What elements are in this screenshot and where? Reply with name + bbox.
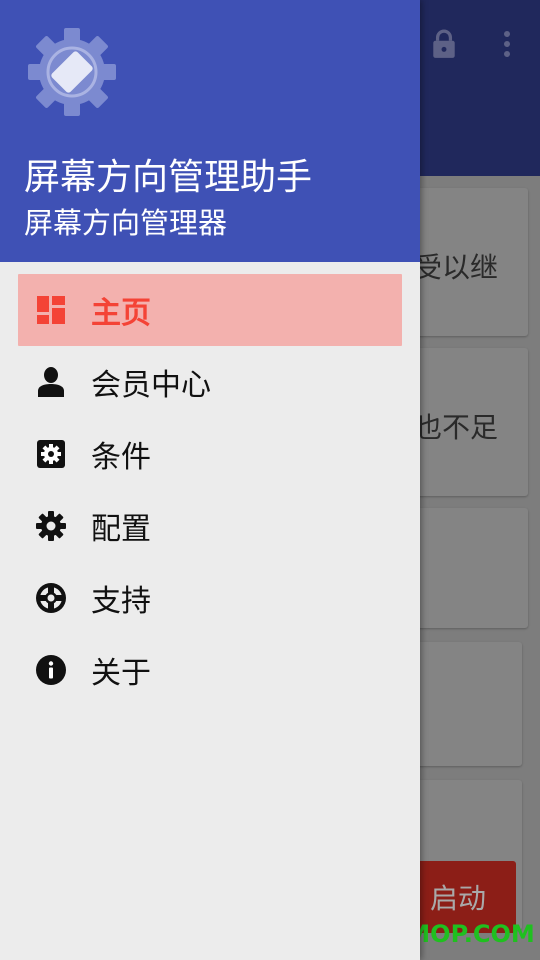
drawer-header: 屏幕方向管理助手 屏幕方向管理器 [0, 0, 420, 262]
menu-item-member-center[interactable]: 会员中心 [18, 346, 402, 418]
dashboard-icon [36, 295, 66, 325]
lock-button[interactable] [424, 24, 464, 64]
screen-rotation-gear-icon [28, 28, 116, 116]
menu-item-about[interactable]: 关于 [18, 634, 402, 706]
app-title: 屏幕方向管理助手 [24, 157, 313, 198]
menu-item-support[interactable]: 支持 [18, 562, 402, 634]
menu-item-label: 会员中心 [91, 368, 211, 403]
navigation-drawer: 屏幕方向管理助手 屏幕方向管理器 主页 会员中心 条件 配置 支持 关于 [0, 0, 420, 960]
menu-item-label: 主页 [91, 296, 151, 331]
lifebuoy-icon [36, 583, 66, 613]
menu-item-label: 关于 [91, 656, 151, 691]
overflow-menu-button[interactable] [487, 24, 527, 64]
menu-item-configuration[interactable]: 配置 [18, 490, 402, 562]
person-icon [36, 367, 66, 397]
info-icon [36, 655, 66, 685]
card-text: 也不足 [413, 411, 498, 444]
drawer-menu: 主页 会员中心 条件 配置 支持 关于 [0, 274, 420, 706]
menu-item-label: 条件 [91, 440, 151, 475]
settings-box-icon [36, 439, 66, 469]
lock-icon [433, 29, 455, 58]
menu-item-label: 支持 [91, 584, 151, 619]
gear-icon [36, 511, 66, 541]
menu-item-conditions[interactable]: 条件 [18, 418, 402, 490]
menu-item-label: 配置 [91, 512, 151, 547]
menu-item-home[interactable]: 主页 [18, 274, 402, 346]
card-text: 受以继 [413, 251, 498, 284]
app-subtitle: 屏幕方向管理器 [24, 206, 228, 240]
start-button-label: 启动 [429, 882, 486, 915]
more-vert-icon [504, 31, 510, 57]
